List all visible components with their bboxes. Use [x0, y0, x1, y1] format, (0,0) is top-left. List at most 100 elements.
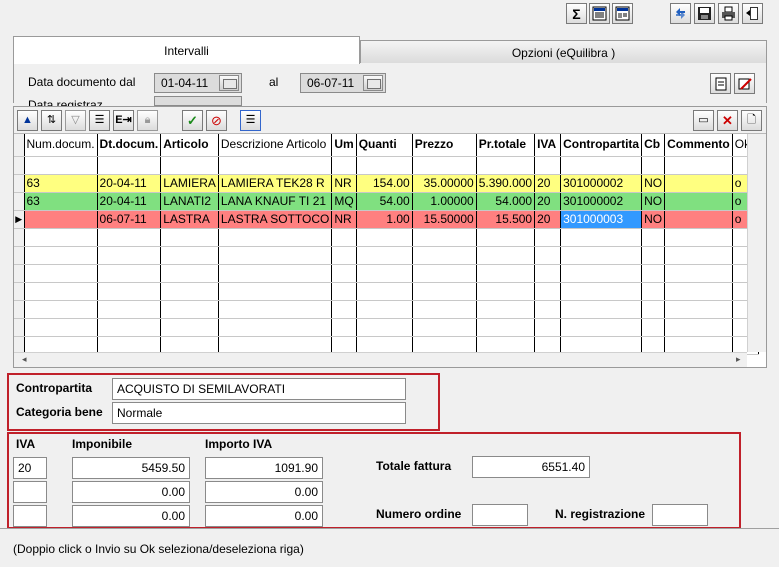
calendar-icon[interactable] [363, 75, 383, 91]
contropartita-field[interactable]: ACQUISTO DI SEMILAVORATI [112, 378, 406, 400]
grid-cell[interactable] [476, 156, 536, 175]
scroll-right-icon[interactable]: ▸ [736, 354, 741, 365]
importo-iva-field[interactable]: 0.00 [205, 505, 323, 527]
column-header[interactable]: Dt.docum. [97, 134, 162, 157]
importo-iva-field[interactable]: 0.00 [205, 481, 323, 503]
grid-cell[interactable] [218, 156, 333, 175]
grid-cell[interactable]: 63 [24, 192, 98, 211]
current-row-indicator-icon[interactable]: ▶ [14, 210, 25, 229]
column-header[interactable]: Descrizione Articolo [218, 134, 333, 157]
document-button[interactable] [710, 73, 731, 94]
grid-cell[interactable]: 15.50000 [412, 210, 477, 229]
grid-cell[interactable] [664, 210, 733, 229]
iva-field[interactable]: 20 [13, 457, 47, 479]
grid-cell[interactable]: 20 [534, 192, 562, 211]
lock-button[interactable]: 🔒︎ [137, 110, 158, 131]
column-header[interactable]: Contropartita [560, 134, 643, 157]
iva-field[interactable] [13, 481, 47, 503]
numero-ordine-field[interactable] [472, 504, 528, 526]
filter-button[interactable]: ▽ [65, 110, 86, 131]
sum-button[interactable]: Σ [566, 3, 587, 24]
grid-cell[interactable] [664, 156, 733, 175]
iva-field[interactable] [13, 505, 47, 527]
grid-cell[interactable]: 301000002 [560, 174, 643, 193]
grid-cell[interactable]: 15.500 [476, 210, 536, 229]
grid-cell[interactable] [534, 156, 562, 175]
horizontal-scrollbar[interactable]: ◂ ▸ [14, 352, 747, 367]
grid-cell[interactable]: 20-04-11 [97, 192, 162, 211]
table-row[interactable] [14, 156, 759, 175]
grid-cell[interactable] [356, 156, 413, 175]
move-up-button[interactable]: ▲ [17, 110, 38, 131]
grid-cell[interactable]: 20 [534, 174, 562, 193]
table-row[interactable]: 63 20-04-11 LANATI2 LANA KNAUF TI 21 MQ 54.00… [14, 192, 759, 211]
detail-view-button[interactable]: ☰ [240, 110, 261, 131]
grid-cell[interactable] [160, 156, 219, 175]
imponibile-field[interactable]: 5459.50 [72, 457, 190, 479]
column-header[interactable]: Cb [641, 134, 666, 157]
grid-cell[interactable]: 301000003 [560, 210, 643, 229]
grid-cell[interactable]: NO [641, 210, 666, 229]
column-header[interactable]: Um [331, 134, 357, 157]
n-registrazione-field[interactable] [652, 504, 708, 526]
form-view-button[interactable] [612, 3, 633, 24]
grid-cell[interactable] [641, 156, 666, 175]
scroll-left-icon[interactable]: ◂ [22, 354, 27, 365]
grid-cell[interactable] [24, 156, 98, 175]
grid-cell[interactable]: 301000002 [560, 192, 643, 211]
column-header[interactable]: Pr.totale [476, 134, 536, 157]
column-header[interactable]: Commento [664, 134, 733, 157]
importo-iva-field[interactable]: 1091.90 [205, 457, 323, 479]
list-view-button[interactable] [589, 3, 610, 24]
calendar-icon[interactable] [219, 75, 239, 91]
grid-cell[interactable]: LANA KNAUF TI 21 [218, 192, 333, 211]
columns-button[interactable]: ☰ [89, 110, 110, 131]
vertical-scrollbar[interactable] [747, 134, 766, 352]
tab-opzioni[interactable]: Opzioni (eQuilibra ) [360, 40, 767, 64]
grid-cell[interactable]: 63 [24, 174, 98, 193]
column-header[interactable]: Num.docum. [24, 134, 98, 157]
grid-cell[interactable]: 06-07-11 [97, 210, 162, 229]
cancel-button[interactable]: ⊘ [206, 110, 227, 131]
grid-cell[interactable]: NR [331, 174, 357, 193]
print-button[interactable] [718, 3, 739, 24]
row-indicator[interactable] [14, 192, 25, 211]
data-registrazione-field[interactable] [154, 96, 242, 106]
categoria-bene-field[interactable]: Normale [112, 402, 406, 424]
grid-cell[interactable] [97, 156, 162, 175]
grid-cell[interactable]: NR [331, 210, 357, 229]
grid-cell[interactable]: 54.000 [476, 192, 536, 211]
grid-cell[interactable]: LAMIERA TEK28 R [218, 174, 333, 193]
grid-cell[interactable] [412, 156, 477, 175]
grid-cell[interactable]: MQ [331, 192, 357, 211]
grid-cell[interactable]: 20-04-11 [97, 174, 162, 193]
grid-cell[interactable]: LANATI2 [160, 192, 219, 211]
delete-row-button[interactable]: ✕ [717, 110, 738, 131]
row-indicator[interactable] [14, 156, 25, 175]
grid-cell[interactable]: 1.00 [356, 210, 413, 229]
grid-cell[interactable] [24, 210, 98, 229]
grid-cell[interactable]: NO [641, 174, 666, 193]
grid-cell[interactable]: 35.00000 [412, 174, 477, 193]
new-row-button[interactable]: 🗋︎ [741, 110, 762, 131]
exit-button[interactable] [742, 3, 763, 24]
grid-cell[interactable] [664, 192, 733, 211]
date-from-field[interactable]: 01-04-11 [154, 73, 242, 93]
grid-cell[interactable]: 5.390.000 [476, 174, 536, 193]
grid-cell[interactable]: 54.00 [356, 192, 413, 211]
confirm-button[interactable]: ✓ [182, 110, 203, 131]
window-button[interactable]: ▭ [693, 110, 714, 131]
table-row[interactable]: 63 20-04-11 LAMIERA LAMIERA TEK28 R NR 154.00… [14, 174, 759, 193]
row-indicator[interactable] [14, 174, 25, 193]
grid-cell[interactable]: LAMIERA [160, 174, 219, 193]
column-header[interactable]: Articolo [160, 134, 219, 157]
refresh-button[interactable] [670, 3, 691, 24]
grid-cell[interactable]: LASTRA [160, 210, 219, 229]
date-to-field[interactable]: 06-07-11 [300, 73, 386, 93]
table-row[interactable]: ▶ 06-07-11 LASTRA LASTRA SOTTOCO NR 1.00 15.50… [14, 210, 759, 229]
save-button[interactable] [694, 3, 715, 24]
grid-cell[interactable] [560, 156, 643, 175]
grid-cell[interactable]: 1.00000 [412, 192, 477, 211]
export-button[interactable]: E⇥ [113, 110, 134, 131]
edit-document-button[interactable] [734, 73, 755, 94]
